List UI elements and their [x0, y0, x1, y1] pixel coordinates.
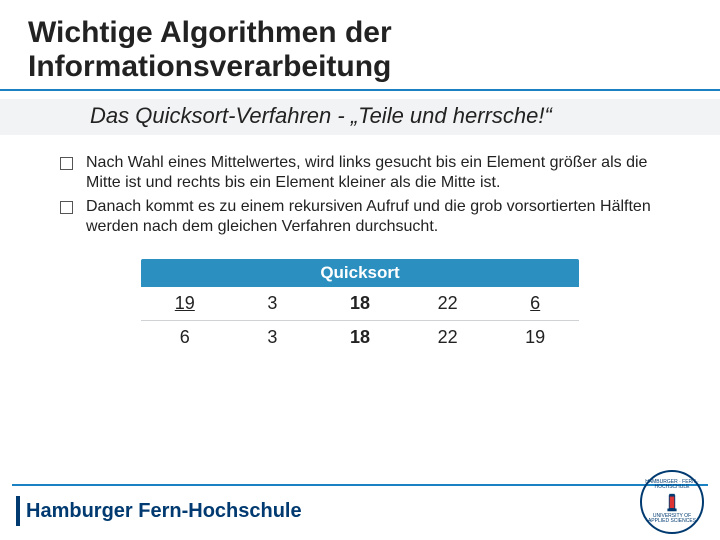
- bullet-list: Nach Wahl eines Mittelwertes, wird links…: [60, 153, 692, 237]
- cell: 6: [491, 287, 579, 321]
- bullet-item: Nach Wahl eines Mittelwertes, wird links…: [60, 153, 652, 193]
- subtitle: Das Quicksort-Verfahren - „Teile und her…: [0, 99, 720, 135]
- brand-text: Hamburger Fern-Hochschule: [26, 500, 302, 523]
- quicksort-table: Quicksort 19 3 18 22 6 6 3 18 22 19: [141, 259, 579, 354]
- cell: 19: [491, 321, 579, 355]
- cell: 22: [404, 321, 492, 355]
- cell: 6: [141, 321, 229, 355]
- cell-pivot: 18: [316, 321, 404, 355]
- seal-text-bottom: UNIVERSITY OF APPLIED SCIENCES: [642, 514, 702, 524]
- brand-logo: Hamburger Fern-Hochschule: [16, 496, 302, 526]
- brand-bar-icon: [16, 496, 20, 526]
- cell: 3: [229, 321, 317, 355]
- page-title: Wichtige Algorithmen der Informationsver…: [28, 16, 692, 83]
- cell-pivot: 18: [316, 287, 404, 321]
- lighthouse-icon: [661, 492, 683, 514]
- bullet-item: Danach kommt es zu einem rekursiven Aufr…: [60, 197, 652, 237]
- seal-icon: HAMBURGER · FERN · HOCHSCHULE UNIVERSITY…: [640, 470, 704, 534]
- cell: 22: [404, 287, 492, 321]
- footer: Hamburger Fern-Hochschule HAMBURGER · FE…: [0, 484, 720, 540]
- table-header: Quicksort: [141, 259, 579, 287]
- cell: 3: [229, 287, 317, 321]
- table-row: 6 3 18 22 19: [141, 321, 579, 355]
- footer-divider: [12, 484, 708, 486]
- table-body: 19 3 18 22 6 6 3 18 22 19: [141, 287, 579, 354]
- title-divider: [0, 89, 720, 91]
- cell: 19: [141, 287, 229, 321]
- slide: Wichtige Algorithmen der Informationsver…: [0, 0, 720, 540]
- seal-text-top: HAMBURGER · FERN · HOCHSCHULE: [642, 480, 702, 490]
- table-row: 19 3 18 22 6: [141, 287, 579, 321]
